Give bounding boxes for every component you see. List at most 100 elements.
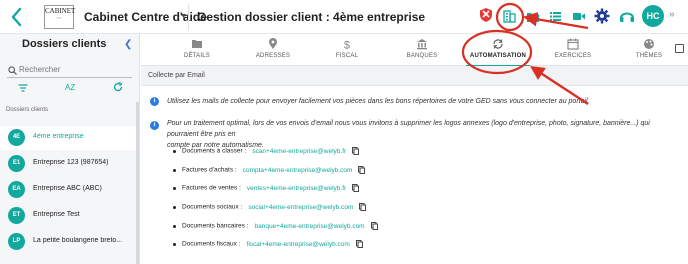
client-avatar: EA bbox=[8, 181, 25, 198]
tab-label: BANQUES bbox=[406, 53, 438, 59]
shield-icon[interactable] bbox=[479, 7, 493, 23]
tab-label: EXERCICES bbox=[554, 53, 592, 59]
client-row[interactable]: E1 Entreprise 123 (987654) bbox=[0, 152, 138, 176]
bullet bbox=[173, 168, 176, 172]
bullet bbox=[173, 242, 176, 246]
doc-label: Documents bancaires : bbox=[182, 222, 249, 230]
tab-label: THÈMES bbox=[635, 53, 663, 59]
support-icon[interactable] bbox=[619, 8, 635, 24]
bullet bbox=[173, 224, 176, 228]
sync-icon bbox=[493, 39, 503, 49]
collapse-sidebar-icon[interactable]: ❮ bbox=[124, 39, 132, 50]
info-icon: i bbox=[150, 121, 159, 130]
main-content: Collecte par Email i Utilisez les mails … bbox=[141, 66, 688, 264]
copy-icon[interactable] bbox=[358, 166, 366, 174]
bullet bbox=[173, 186, 176, 190]
logo-sub: • • • bbox=[56, 16, 62, 20]
chevron-down-icon[interactable]: ▼ bbox=[180, 13, 187, 20]
logo-text: CABINET bbox=[45, 7, 76, 15]
sidebar-section-label: Dossiers clients bbox=[6, 107, 49, 113]
client-row[interactable]: 4E 4ème entreprise bbox=[0, 126, 138, 150]
palette-icon bbox=[644, 39, 654, 49]
client-avatar: E1 bbox=[8, 155, 25, 172]
bullet bbox=[173, 205, 176, 209]
client-avatar: 4E bbox=[8, 129, 25, 146]
search-input[interactable] bbox=[19, 62, 129, 76]
copy-icon[interactable] bbox=[359, 203, 367, 211]
tab-fiscal[interactable]: $ FISCAL bbox=[311, 34, 383, 66]
tab-automatisation[interactable]: AUTOMATISATION bbox=[462, 34, 534, 67]
doc-email-row: Documents bancaires : banque+4eme-entrepr… bbox=[173, 222, 378, 232]
divider bbox=[188, 4, 189, 30]
client-name: 4ème entreprise bbox=[33, 133, 84, 140]
tab-banques[interactable]: BANQUES bbox=[386, 34, 458, 66]
sort-az-button[interactable]: AZ bbox=[65, 83, 75, 92]
client-name: Entreprise Test bbox=[33, 211, 80, 218]
copy-icon[interactable] bbox=[352, 147, 360, 155]
tab-label: ADRESSES bbox=[255, 53, 291, 59]
doc-email[interactable]: ventes+4eme-entreprise@welyb.fr bbox=[247, 185, 346, 192]
client-name: Entreprise ABC (ABC) bbox=[33, 185, 102, 192]
building-icon[interactable] bbox=[503, 9, 516, 23]
client-avatar: LP bbox=[8, 233, 25, 250]
doc-label: Factures de ventes : bbox=[182, 184, 241, 192]
doc-label: Documents sociaux : bbox=[182, 203, 243, 211]
more-icon[interactable]: » bbox=[669, 9, 675, 20]
doc-email[interactable]: scan+4eme-entreprise@welyb.fr bbox=[252, 148, 346, 155]
filter-icon[interactable] bbox=[18, 84, 28, 92]
refresh-icon[interactable] bbox=[113, 82, 123, 92]
doc-email[interactable]: banque+4eme-entreprise@welyb.com bbox=[254, 223, 364, 230]
info-text-1: Utilisez les mails de collecte pour envo… bbox=[167, 98, 590, 105]
list-icon[interactable] bbox=[549, 11, 562, 22]
doc-label: Documents fiscaux : bbox=[182, 240, 241, 248]
tab-bar: DÉTAILS ADRESSES $ FISCAL BANQUES AUTOMA… bbox=[141, 34, 688, 67]
doc-label: Documents à classer : bbox=[182, 147, 247, 155]
user-avatar[interactable]: HC bbox=[642, 5, 664, 27]
client-name: La petite boulangerie breto... bbox=[33, 237, 123, 244]
doc-email-row: Documents à classer : scan+4eme-entrepris… bbox=[173, 147, 360, 157]
doc-email-row: Documents sociaux : social+4eme-entrepris… bbox=[173, 203, 367, 213]
map-pin-icon bbox=[269, 38, 277, 49]
client-name: Entreprise 123 (987654) bbox=[33, 159, 109, 166]
doc-email[interactable]: compta+4eme-entreprise@welyb.com bbox=[243, 167, 353, 174]
search-icon bbox=[8, 66, 17, 75]
top-bar: CABINET • • • Cabinet Centre d'aide ▼ Ge… bbox=[0, 0, 688, 34]
doc-email-row: Documents fiscaux : fiscal+4eme-entrepris… bbox=[173, 240, 363, 250]
svg-text:$: $ bbox=[344, 40, 350, 51]
bullet bbox=[173, 149, 176, 153]
info-icon: i bbox=[150, 97, 159, 106]
app-root: CABINET • • • Cabinet Centre d'aide ▼ Ge… bbox=[0, 0, 688, 264]
tab-adresses[interactable]: ADRESSES bbox=[237, 34, 309, 66]
search-underline bbox=[7, 77, 132, 78]
tab-label: FISCAL bbox=[335, 53, 359, 59]
gear-icon[interactable] bbox=[594, 8, 610, 24]
folder-icon[interactable] bbox=[526, 11, 540, 23]
sidebar: Dossiers clients ❮ AZ Dossiers clients 4… bbox=[0, 34, 140, 264]
sidebar-title: Dossiers clients bbox=[22, 38, 107, 50]
page-title: Gestion dossier client : 4ème entreprise bbox=[197, 10, 426, 24]
panel-toggle-icon[interactable] bbox=[675, 44, 684, 53]
bank-icon bbox=[417, 39, 427, 50]
doc-email[interactable]: fiscal+4eme-entreprise@welyb.com bbox=[247, 241, 350, 248]
back-arrow-icon[interactable] bbox=[8, 6, 26, 28]
client-row[interactable]: LP La petite boulangerie breto... bbox=[0, 230, 138, 254]
doc-email-row: Factures d'achats : compta+4eme-entrepris… bbox=[173, 166, 366, 176]
cabinet-logo: CABINET • • • bbox=[44, 5, 76, 29]
calendar-icon bbox=[567, 38, 579, 50]
copy-icon[interactable] bbox=[355, 240, 363, 248]
video-icon[interactable] bbox=[572, 11, 586, 22]
section-header: Collecte par Email bbox=[141, 66, 688, 86]
doc-email[interactable]: social+4eme-entreprise@welyb.com bbox=[248, 204, 353, 211]
copy-icon[interactable] bbox=[370, 222, 378, 230]
folder-icon bbox=[192, 40, 202, 48]
doc-email-row: Factures de ventes : ventes+4eme-entrepri… bbox=[173, 184, 360, 194]
doc-label: Factures d'achats : bbox=[182, 166, 237, 174]
copy-icon[interactable] bbox=[352, 184, 360, 192]
sidebar-scrollbar[interactable] bbox=[136, 102, 139, 264]
client-row[interactable]: ET Entreprise Test bbox=[0, 204, 138, 228]
tab-label: AUTOMATISATION bbox=[469, 53, 527, 59]
section-title: Collecte par Email bbox=[148, 72, 205, 79]
tab-exercices[interactable]: EXERCICES bbox=[537, 34, 609, 66]
tab-details[interactable]: DÉTAILS bbox=[161, 34, 233, 66]
client-row[interactable]: EA Entreprise ABC (ABC) bbox=[0, 178, 138, 202]
